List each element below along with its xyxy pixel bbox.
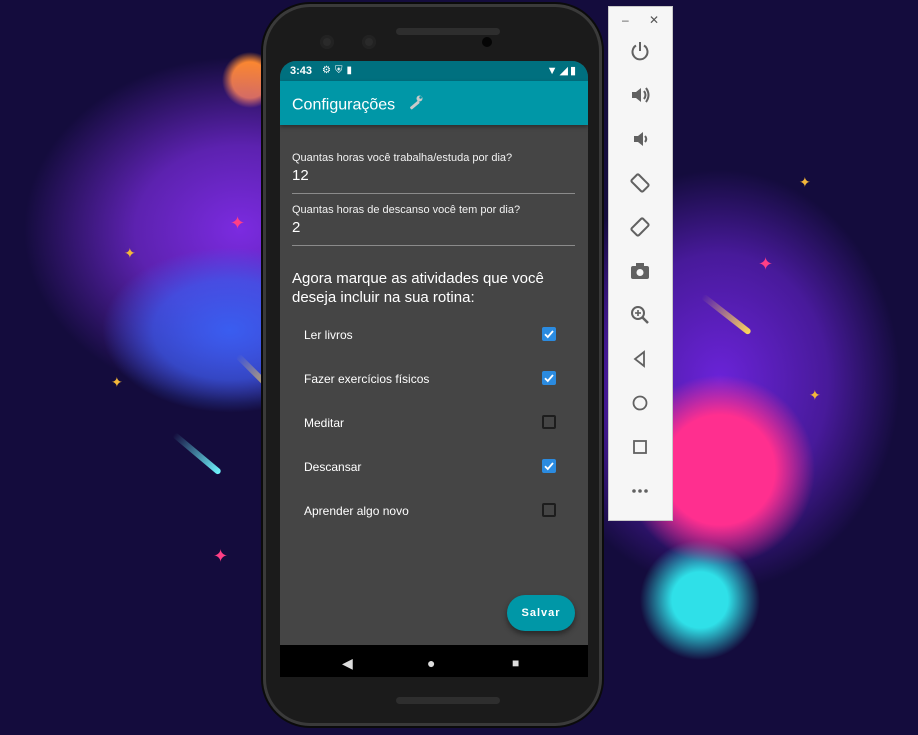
activity-label: Aprender algo novo: [304, 504, 409, 518]
activity-row-meditar[interactable]: Meditar: [304, 410, 556, 436]
volume-up-icon[interactable]: [626, 84, 654, 112]
shield-icon: ⛨: [334, 65, 347, 76]
rest-hours-label: Quantas horas de descanso você tem por d…: [292, 204, 521, 216]
activities-prompt: Agora marque as atividades que você dese…: [292, 270, 544, 306]
activity-row-exercicios[interactable]: Fazer exercícios físicos: [304, 366, 556, 392]
activity-checkbox[interactable]: [542, 459, 556, 473]
activity-checkbox[interactable]: [542, 503, 556, 517]
minimize-button[interactable]: –: [622, 13, 629, 27]
more-icon[interactable]: [626, 480, 654, 508]
activity-label: Ler livros: [304, 328, 353, 342]
front-camera: [320, 35, 334, 49]
activity-checkbox[interactable]: [542, 415, 556, 429]
rotate-left-icon[interactable]: [626, 172, 654, 200]
panel-titlebar: – ✕: [609, 7, 672, 33]
page-title: Configurações: [292, 94, 424, 117]
close-button[interactable]: ✕: [649, 13, 659, 27]
wifi-icon: ▼: [546, 65, 560, 77]
work-hours-label: Quantas horas você trabalha/estuda por d…: [292, 152, 513, 164]
zoom-icon[interactable]: [626, 304, 654, 332]
emulator-control-panel: – ✕: [609, 7, 672, 520]
page-title-text: Configurações: [292, 96, 396, 114]
rest-hours-field[interactable]: Quantas horas de descanso você tem por d…: [292, 204, 575, 236]
work-hours-input[interactable]: 12: [292, 167, 575, 184]
wrench-icon: [406, 94, 424, 117]
work-hours-field[interactable]: Quantas horas você trabalha/estuda por d…: [292, 152, 575, 184]
camera-icon[interactable]: [626, 260, 654, 288]
work-hours-underline: [292, 193, 575, 194]
front-sensor: [362, 35, 376, 49]
activity-row-aprender[interactable]: Aprender algo novo: [304, 498, 556, 524]
status-notification-icons: ⚙⛨▮: [322, 65, 356, 76]
navigation-bar: ◀ ● ■: [280, 645, 588, 677]
activity-label: Descansar: [304, 460, 362, 474]
battery-icon: ▮: [569, 65, 578, 77]
status-bar: 3:43 ⚙⛨▮ ▼◢▮: [280, 61, 588, 81]
overview-icon[interactable]: [626, 436, 654, 464]
save-button[interactable]: Salvar: [507, 595, 575, 631]
status-system-icons: ▼◢▮: [547, 64, 578, 77]
activity-checkbox[interactable]: [542, 371, 556, 385]
app-bar: Configurações: [280, 81, 588, 125]
nav-recents-icon[interactable]: ■: [512, 656, 519, 670]
activity-label: Meditar: [304, 416, 345, 430]
camera-dot: [482, 37, 492, 47]
rest-hours-input[interactable]: 2: [292, 219, 575, 236]
phone-frame: 3:43 ⚙⛨▮ ▼◢▮ Configurações Quantas horas…: [266, 7, 599, 723]
phone-bottom-speaker: [396, 697, 500, 704]
activity-row-ler-livros[interactable]: Ler livros: [304, 322, 556, 348]
power-icon[interactable]: [626, 40, 654, 68]
nav-back-icon[interactable]: ◀: [342, 655, 353, 672]
app-screen: 3:43 ⚙⛨▮ ▼◢▮ Configurações Quantas horas…: [280, 61, 588, 677]
activity-row-descansar[interactable]: Descansar: [304, 454, 556, 480]
rest-hours-underline: [292, 245, 575, 246]
status-time: 3:43: [290, 65, 313, 77]
activity-checkbox[interactable]: [542, 327, 556, 341]
rotate-right-icon[interactable]: [626, 216, 654, 244]
gear-icon: ⚙: [322, 65, 335, 76]
activity-label: Fazer exercícios físicos: [304, 372, 430, 386]
sim-icon: ▮: [346, 65, 356, 76]
phone-speaker: [396, 28, 500, 35]
nav-home-icon[interactable]: ●: [427, 655, 435, 671]
signal-icon: ◢: [559, 65, 570, 77]
volume-down-icon[interactable]: [626, 128, 654, 156]
home-icon[interactable]: [626, 392, 654, 420]
back-icon[interactable]: [626, 348, 654, 376]
